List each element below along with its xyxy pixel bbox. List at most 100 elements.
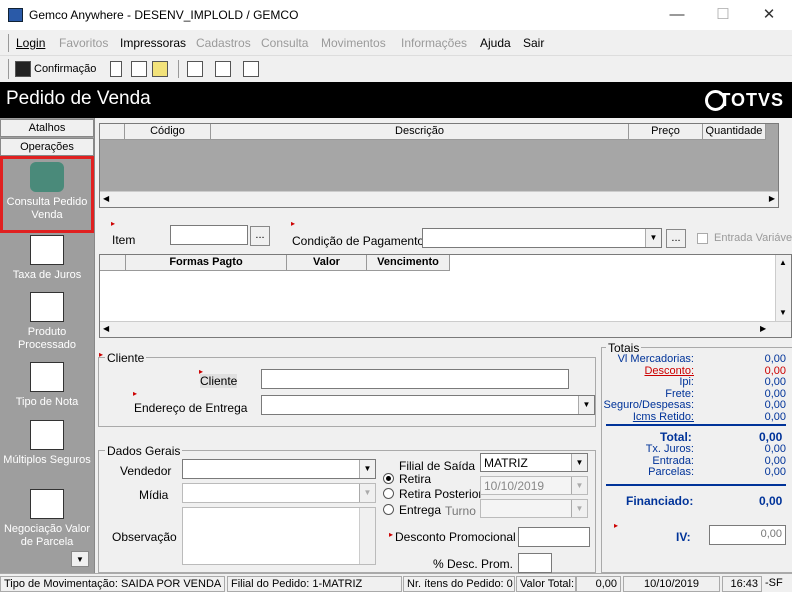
filial-saida-select[interactable]: MATRIZ ▼ <box>480 453 588 472</box>
sidebar-item-label: Produto Processado <box>17 326 77 351</box>
column-preco[interactable]: Preço <box>629 124 703 140</box>
cliente-input[interactable] <box>261 369 569 389</box>
new-document-icon[interactable] <box>110 61 122 77</box>
observacao-scrollbar[interactable] <box>359 508 375 564</box>
item-input[interactable] <box>170 225 248 245</box>
document-check-icon <box>30 292 64 322</box>
card-icon[interactable] <box>215 61 231 77</box>
menu-ajuda[interactable]: Ajuda <box>480 36 511 50</box>
menu-cadastros[interactable]: Cadastros <box>196 36 251 50</box>
grid-corner <box>100 124 125 140</box>
sidebar-tab-atalhos[interactable]: Atalhos <box>0 119 94 137</box>
filial-saida-value: MATRIZ <box>484 456 528 470</box>
menu-movimentos[interactable]: Movimentos <box>321 36 386 50</box>
retira-posterior-date[interactable]: 10/10/2019 ▼ <box>480 476 588 495</box>
column-vencimento[interactable]: Vencimento <box>367 255 450 271</box>
confirm-button[interactable]: Confirmação <box>34 63 96 75</box>
save-icon[interactable] <box>15 61 31 77</box>
observacao-textarea[interactable] <box>182 507 376 565</box>
required-mark: ▸ <box>291 219 296 228</box>
totais2-row-value: 0,00 <box>764 466 786 478</box>
document-check-icon <box>30 489 64 519</box>
item-lookup-button[interactable]: ... <box>250 226 270 246</box>
payment-condition-select[interactable]: ▼ <box>422 228 662 248</box>
retira-posterior-radio[interactable] <box>383 488 394 499</box>
menu-login[interactable]: Login <box>16 36 45 50</box>
retira-radio[interactable] <box>383 473 394 484</box>
entrega-radio[interactable] <box>383 504 394 515</box>
chevron-down-icon: ▼ <box>359 460 375 478</box>
list-icon[interactable] <box>243 61 259 77</box>
sidebar-tab-operacoes[interactable]: Operações <box>0 138 94 156</box>
sidebar-item-label: Múltiplos Seguros <box>3 454 91 466</box>
entrada-variavel-checkbox[interactable] <box>697 233 708 244</box>
payment-grid-hscroll[interactable]: ◀ ▶ <box>100 321 791 337</box>
print-icon[interactable] <box>131 61 147 77</box>
toolbar-grip <box>8 59 10 79</box>
midia-select[interactable]: ▼ <box>182 483 376 503</box>
menu-impressoras[interactable]: Impressoras <box>120 36 186 50</box>
title-bar: Gemco Anywhere - DESENV_IMPLOLD / GEMCO … <box>0 0 792 30</box>
scroll-up-arrow[interactable]: ▲ <box>779 258 787 267</box>
document-check-icon <box>30 420 64 450</box>
total-label: Total: <box>660 430 692 444</box>
turno-select[interactable]: ▼ <box>480 499 588 518</box>
search-document-icon[interactable] <box>152 61 168 77</box>
chevron-down-icon: ▼ <box>645 229 661 247</box>
retira-label: Retira <box>399 472 432 486</box>
sidebar-item-consulta-pedido-venda[interactable]: Consulta Pedido Venda <box>0 156 94 233</box>
menu-informacoes[interactable]: Informações <box>401 36 467 50</box>
sidebar-item-multiplos-seguros[interactable]: Múltiplos Seguros <box>0 420 94 484</box>
menu-consulta[interactable]: Consulta <box>261 36 308 50</box>
dados-gerais-group-title: Dados Gerais <box>105 444 183 458</box>
status-nr-itens: Nr. ítens do Pedido: 0 <box>403 576 515 592</box>
sidebar-scroll-down-button[interactable]: ▼ <box>71 551 89 567</box>
vendedor-label: Vendedor <box>120 464 172 478</box>
endereco-entrega-label: Endereço de Entrega <box>134 401 248 415</box>
scroll-down-arrow[interactable]: ▼ <box>779 308 787 317</box>
scroll-right-arrow[interactable]: ▶ <box>769 194 775 203</box>
handshake-icon <box>30 162 64 192</box>
menu-sair[interactable]: Sair <box>523 36 544 50</box>
column-descricao[interactable]: Descrição <box>211 124 629 140</box>
menu-grip <box>8 34 10 52</box>
required-mark: ▸ <box>99 350 104 359</box>
payment-condition-label: Condição de Pagamento <box>292 234 425 248</box>
payment-condition-lookup-button[interactable]: ... <box>666 229 686 248</box>
retira-posterior-date-value: 10/10/2019 <box>484 479 545 493</box>
column-valor[interactable]: Valor <box>287 255 367 271</box>
minimize-button[interactable]: — <box>654 0 700 30</box>
column-codigo[interactable]: Código <box>125 124 211 140</box>
totais-divider <box>606 484 786 486</box>
status-bar: Tipo de Movimentação: SAIDA POR VENDA Fi… <box>0 573 792 592</box>
status-valor-total: 0,00 <box>576 576 621 592</box>
sidebar-item-negociacao-valor-parcela[interactable]: Negociação Valor de Parcela <box>0 489 94 553</box>
maximize-button[interactable]: ☐ <box>700 0 746 30</box>
desconto-promocional-input[interactable] <box>518 527 590 547</box>
calendar-icon[interactable] <box>187 61 203 77</box>
column-formas-pagto[interactable]: Formas Pagto <box>126 255 287 271</box>
menu-favoritos[interactable]: Favoritos <box>59 36 108 50</box>
column-quantidade[interactable]: Quantidade <box>703 124 766 140</box>
cliente-group-title: Cliente <box>105 351 147 365</box>
sidebar-item-label: Tipo de Nota <box>15 396 79 408</box>
scroll-left-arrow[interactable]: ◀ <box>103 324 109 333</box>
pct-desc-prom-input[interactable] <box>518 553 552 573</box>
scroll-left-arrow[interactable]: ◀ <box>103 194 109 203</box>
required-mark: ▸ <box>111 219 116 228</box>
sidebar-item-tipo-nota[interactable]: Tipo de Nota <box>0 362 94 412</box>
iv-input[interactable]: 0,00 <box>709 525 786 545</box>
scroll-right-arrow[interactable]: ▶ <box>760 324 766 333</box>
vendedor-select[interactable]: ▼ <box>182 459 376 479</box>
close-button[interactable]: ✕ <box>746 0 792 30</box>
iv-label: IV: <box>676 530 691 544</box>
payment-grid-vscroll[interactable]: ▲ ▼ <box>775 255 791 321</box>
items-grid-hscroll[interactable]: ◀ ▶ <box>100 191 778 207</box>
totais2-values: 0,00 0,00 0,00 <box>730 443 786 479</box>
totais-divider <box>606 424 786 426</box>
endereco-entrega-select[interactable]: ▼ <box>261 395 595 415</box>
financiado-label: Financiado: <box>626 494 694 508</box>
sidebar-item-taxa-juros[interactable]: Taxa de Juros <box>0 235 94 285</box>
entrada-variavel-label: Entrada Variável <box>714 232 792 244</box>
sidebar-item-produto-processado[interactable]: Produto Processado <box>0 292 94 356</box>
